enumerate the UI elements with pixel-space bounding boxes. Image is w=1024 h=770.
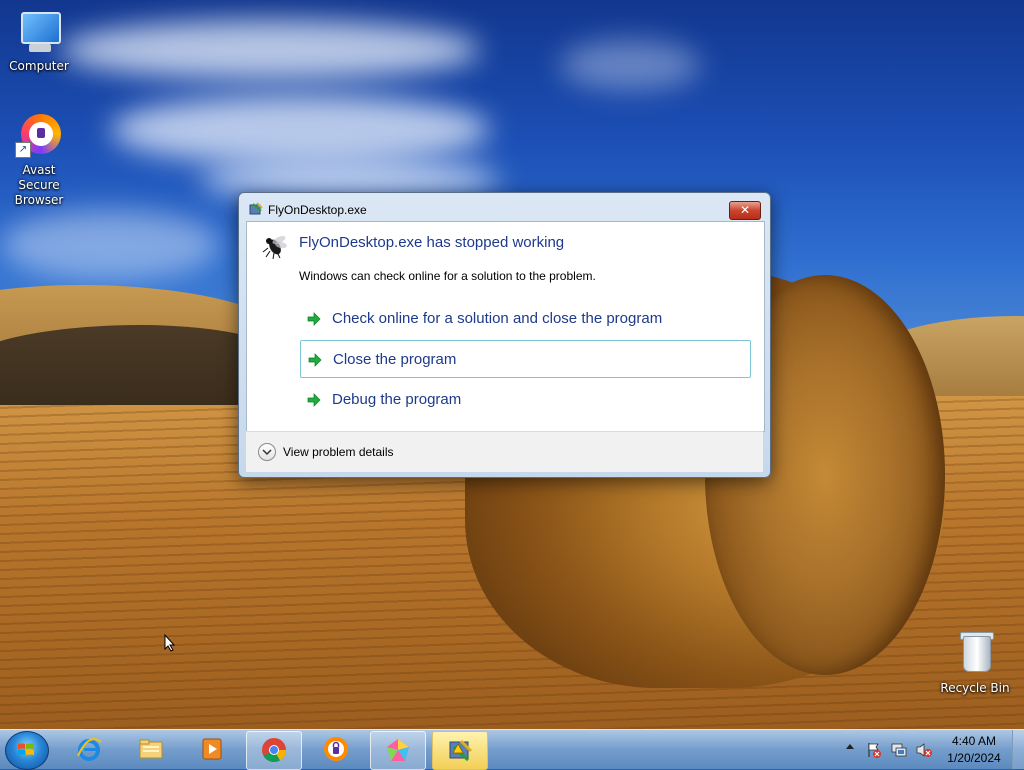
error-message: Windows can check online for a solution … — [299, 269, 596, 283]
system-clock[interactable]: 4:40 AM 1/20/2024 — [940, 733, 1008, 767]
debug-program-option[interactable]: Debug the program — [300, 381, 751, 419]
desktop-icon-label: Recycle Bin — [940, 681, 1010, 695]
cloud — [60, 20, 480, 80]
check-online-option[interactable]: Check online for a solution and close th… — [300, 300, 751, 338]
dialog-content: FlyOnDesktop.exe has stopped working Win… — [246, 221, 765, 432]
taskbar-avast-browser[interactable] — [309, 731, 363, 768]
close-button[interactable]: ✕ — [729, 201, 761, 220]
recycle-bin-icon — [951, 630, 999, 678]
cloud — [110, 95, 490, 165]
clock-date: 1/20/2024 — [947, 751, 1001, 765]
action-center-flag-icon[interactable] — [866, 742, 882, 758]
taskbar-error-report[interactable] — [432, 731, 488, 770]
windows-logo-icon — [18, 743, 34, 755]
taskbar-chrome[interactable] — [246, 731, 302, 770]
chevron-down-icon — [262, 449, 272, 456]
taskbar-file-explorer[interactable] — [124, 731, 178, 768]
view-details-toggle[interactable] — [258, 443, 276, 461]
option-label: Debug the program — [332, 391, 462, 408]
app-icon — [249, 202, 263, 215]
cloud — [560, 40, 700, 90]
green-arrow-icon — [307, 393, 321, 407]
taskbar: 4:40 AM 1/20/2024 — [0, 729, 1024, 770]
file-explorer-icon — [139, 739, 163, 759]
error-heading: FlyOnDesktop.exe has stopped working — [299, 234, 565, 251]
show-desktop-button[interactable] — [1012, 730, 1024, 769]
shortcut-arrow-icon: ↗ — [15, 142, 31, 158]
computer-icon — [15, 8, 63, 56]
network-icon[interactable] — [891, 742, 907, 758]
media-player-icon — [202, 738, 222, 760]
desktop-icon-label: Avast Secure Browser — [14, 163, 64, 207]
error-report-icon — [449, 739, 473, 762]
taskbar-paint-app[interactable] — [370, 731, 426, 770]
dialog-footer: View problem details — [246, 431, 763, 472]
cloud — [0, 210, 220, 280]
avast-browser-icon: ↗ — [15, 112, 63, 160]
desktop-icon-computer[interactable]: Computer — [1, 8, 77, 74]
taskbar-internet-explorer[interactable] — [62, 731, 116, 768]
show-hidden-icons-arrow[interactable] — [846, 744, 854, 749]
paint-app-icon — [387, 739, 409, 761]
dialog-title-bar[interactable]: FlyOnDesktop.exe ✕ — [239, 193, 770, 221]
view-problem-details-link[interactable]: View problem details — [283, 445, 394, 459]
taskbar-media-player[interactable] — [185, 731, 239, 768]
error-dialog: FlyOnDesktop.exe ✕ FlyOnDesktop.exe has … — [238, 192, 771, 478]
close-program-option[interactable]: Close the program — [300, 340, 751, 378]
volume-muted-icon[interactable] — [916, 742, 932, 758]
internet-explorer-icon — [77, 738, 102, 761]
fly-icon — [262, 235, 287, 260]
desktop-icon-avast-secure-browser[interactable]: ↗ Avast Secure Browser — [1, 112, 77, 208]
avast-browser-icon — [324, 737, 348, 761]
option-label: Close the program — [333, 351, 457, 368]
start-button[interactable] — [5, 731, 49, 770]
dialog-title: FlyOnDesktop.exe — [268, 203, 367, 217]
green-arrow-icon — [308, 353, 322, 367]
desktop-icon-recycle-bin[interactable]: Recycle Bin — [937, 630, 1013, 696]
chrome-icon — [262, 738, 286, 763]
option-label: Check online for a solution and close th… — [332, 310, 663, 327]
green-arrow-icon — [307, 312, 321, 326]
mouse-cursor-icon — [164, 634, 176, 652]
desktop-icon-label: Computer — [9, 59, 69, 73]
clock-time: 4:40 AM — [951, 734, 997, 748]
